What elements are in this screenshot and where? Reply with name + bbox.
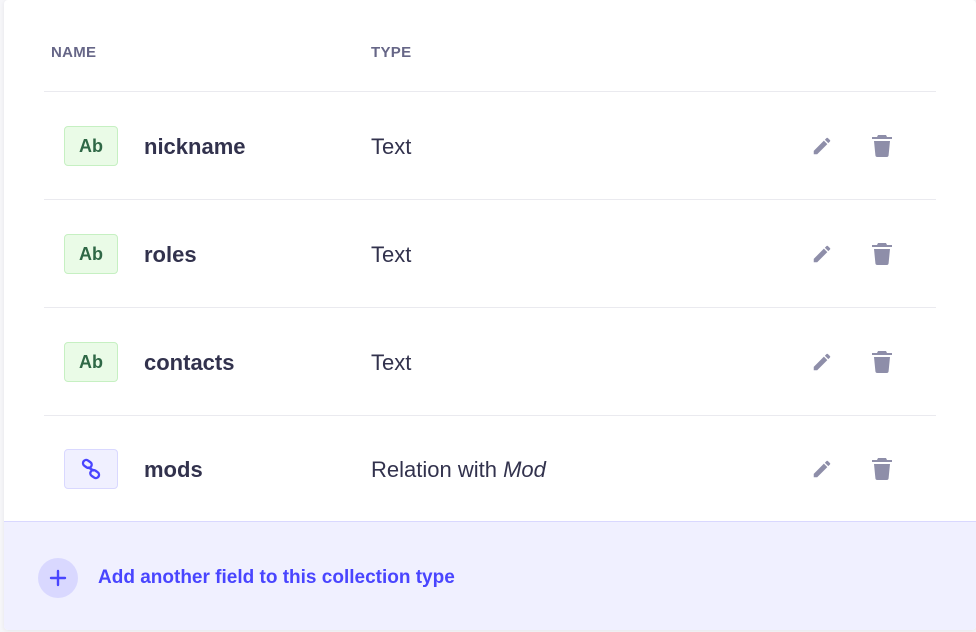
fields-table-card: NAME TYPE Ab nickname Text Ab roles Text… — [4, 0, 976, 630]
edit-button[interactable] — [808, 348, 836, 376]
table-row: Ab nickname Text — [44, 92, 936, 200]
edit-button[interactable] — [808, 240, 836, 268]
pencil-icon — [813, 460, 831, 478]
pencil-icon — [813, 353, 831, 371]
pencil-icon — [813, 137, 831, 155]
text-field-badge: Ab — [64, 126, 118, 166]
add-field-label: Add another field to this collection typ… — [98, 567, 455, 588]
edit-button[interactable] — [808, 455, 836, 483]
trash-icon — [872, 243, 892, 265]
column-header-type: TYPE — [371, 44, 412, 61]
trash-icon — [872, 351, 892, 373]
field-type: Text — [371, 134, 412, 159]
field-type: Relation with Mod — [371, 457, 546, 482]
plus-icon — [38, 558, 78, 598]
trash-icon — [872, 135, 892, 157]
field-name: mods — [144, 457, 203, 482]
text-field-badge: Ab — [64, 234, 118, 274]
link-icon — [81, 458, 101, 480]
table-footer: Add another field to this collection typ… — [4, 521, 976, 630]
text-field-badge: Ab — [64, 342, 118, 382]
field-name: nickname — [144, 134, 246, 159]
delete-button[interactable] — [868, 348, 896, 376]
delete-button[interactable] — [868, 455, 896, 483]
field-type: Text — [371, 350, 412, 375]
pencil-icon — [813, 245, 831, 263]
add-field-button[interactable]: Add another field to this collection typ… — [38, 558, 455, 598]
trash-icon — [872, 458, 892, 480]
relation-field-badge — [64, 449, 118, 489]
delete-button[interactable] — [868, 240, 896, 268]
table-row: Ab contacts Text — [44, 308, 936, 416]
field-type: Text — [371, 242, 412, 267]
edit-button[interactable] — [808, 132, 836, 160]
field-name: contacts — [144, 350, 235, 375]
table-row: mods Relation with Mod — [44, 415, 936, 522]
delete-button[interactable] — [868, 132, 896, 160]
table-header: NAME TYPE — [44, 0, 936, 92]
table-row: Ab roles Text — [44, 200, 936, 308]
field-name: roles — [144, 242, 197, 267]
column-header-name: NAME — [51, 44, 97, 61]
